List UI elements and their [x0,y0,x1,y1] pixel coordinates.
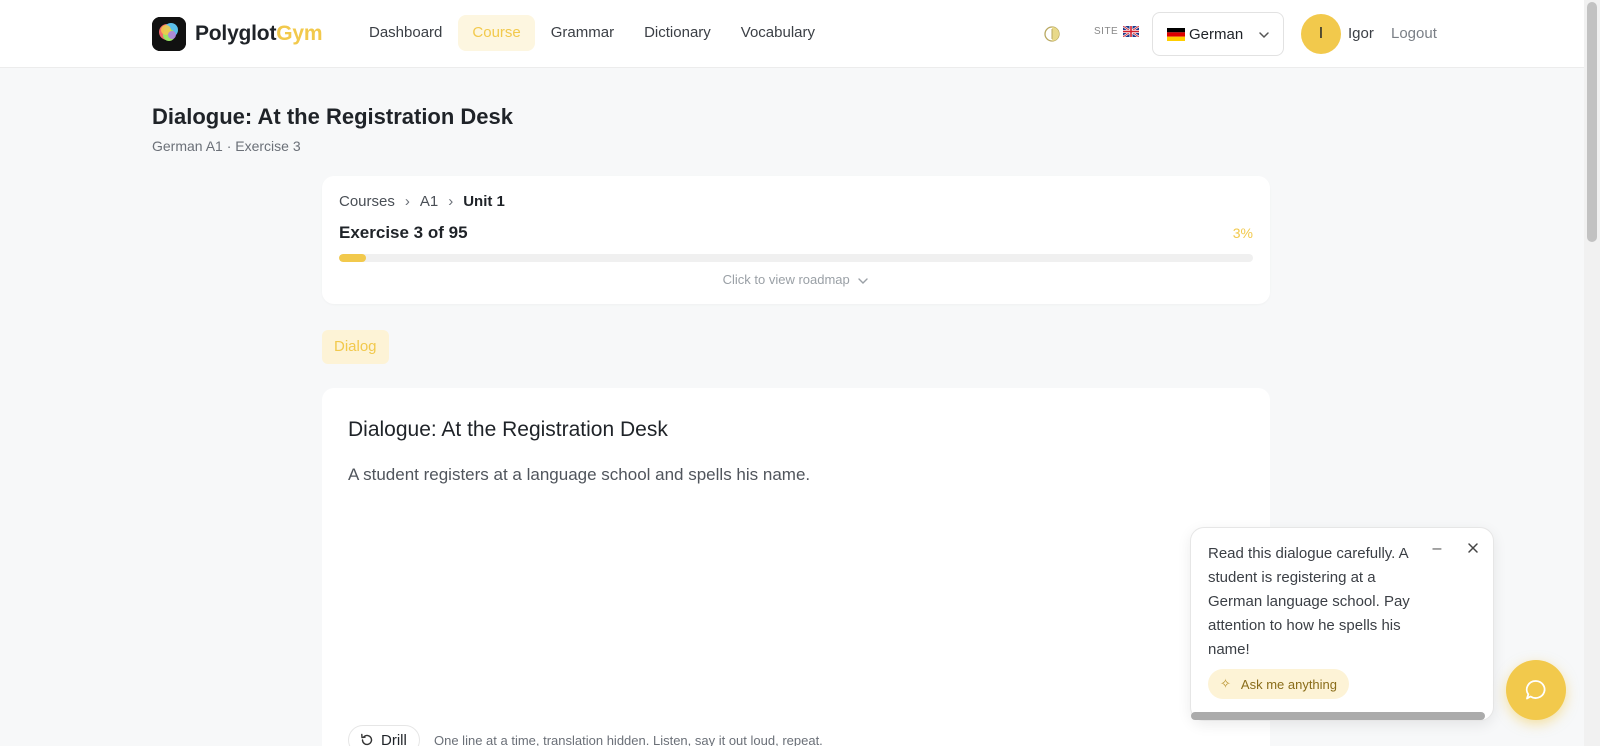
dialogue-title: Dialogue: At the Registration Desk [348,418,668,441]
progress-bar [339,254,1253,262]
nav-course[interactable]: Course [458,15,535,51]
site-label: SITE [1094,26,1119,37]
dialogue-card: Dialogue: At the Registration Desk A stu… [322,388,1270,746]
ask-me-anything-button[interactable]: ✧ Ask me anything [1208,669,1350,699]
dialogue-description: A student registers at a language school… [348,465,811,484]
user-name[interactable]: Igor [1348,25,1374,42]
app-logo[interactable]: PolyglotGym [152,17,323,51]
nav-dictionary[interactable]: Dictionary [630,15,725,51]
avatar[interactable]: I [1301,14,1341,54]
site-language-switch[interactable]: SITE [1094,26,1140,37]
selected-language: German [1189,25,1244,43]
exercise-counter: Exercise 3 of 95 [339,223,468,242]
roadmap-label: Click to view roadmap [722,272,850,287]
assistant-tip-popup: Read this dialogue carefully. A student … [1190,527,1494,721]
exercise-type-tag: Dialog [322,330,389,364]
course-language-select[interactable]: German [1152,12,1284,56]
ask-label: Ask me anything [1240,676,1338,692]
breadcrumb-level[interactable]: A1 [420,193,438,210]
sparkle-icon: ✧ [1220,676,1231,691]
close-icon[interactable] [1466,541,1480,555]
chat-icon [1525,680,1546,700]
logout-link[interactable]: Logout [1391,25,1437,42]
page-title: Dialogue: At the Registration Desk [152,104,514,129]
roadmap-toggle[interactable]: Click to view roadmap [322,272,1270,287]
minimize-button[interactable]: – [1429,540,1445,558]
page-subtitle: German A1 · Exercise 3 [152,138,301,154]
breadcrumb: Courses › A1 › Unit 1 [339,193,505,210]
nav-grammar[interactable]: Grammar [537,15,628,51]
breadcrumb-courses[interactable]: Courses [339,193,395,210]
progress-card: Courses › A1 › Unit 1 Exercise 3 of 95 3… [322,176,1270,304]
chat-button[interactable] [1506,660,1566,720]
breadcrumb-unit: Unit 1 [463,193,505,210]
breadcrumb-separator: › [404,193,410,210]
app-name: PolyglotGym [195,22,323,45]
page-scrollbar-thumb[interactable] [1587,2,1597,242]
drill-description: One line at a time, translation hidden. … [434,733,823,746]
breadcrumb-separator: › [448,193,454,210]
chevron-down-icon [1259,32,1269,39]
tip-message: Read this dialogue carefully. A student … [1208,545,1410,658]
uk-flag-icon [1123,26,1140,37]
nav-vocabulary[interactable]: Vocabulary [727,15,829,51]
nav-dashboard[interactable]: Dashboard [355,15,456,51]
progress-percent: 3% [1232,225,1253,241]
progress-bar-fill [339,254,367,262]
logo-icon [152,17,186,51]
tip-scrollbar[interactable] [1191,712,1485,720]
top-navigation-bar: PolyglotGym Dashboard Course Grammar Dic… [0,0,1584,68]
refresh-icon [361,733,373,746]
chevron-down-icon [858,277,869,284]
theme-toggle-icon[interactable] [1043,25,1061,43]
page-scrollbar[interactable] [1584,0,1600,746]
german-flag-icon [1167,27,1185,41]
main-nav: Dashboard Course Grammar Dictionary Voca… [355,15,831,51]
drill-button[interactable]: Drill [348,725,420,746]
drill-label: Drill [381,731,407,746]
